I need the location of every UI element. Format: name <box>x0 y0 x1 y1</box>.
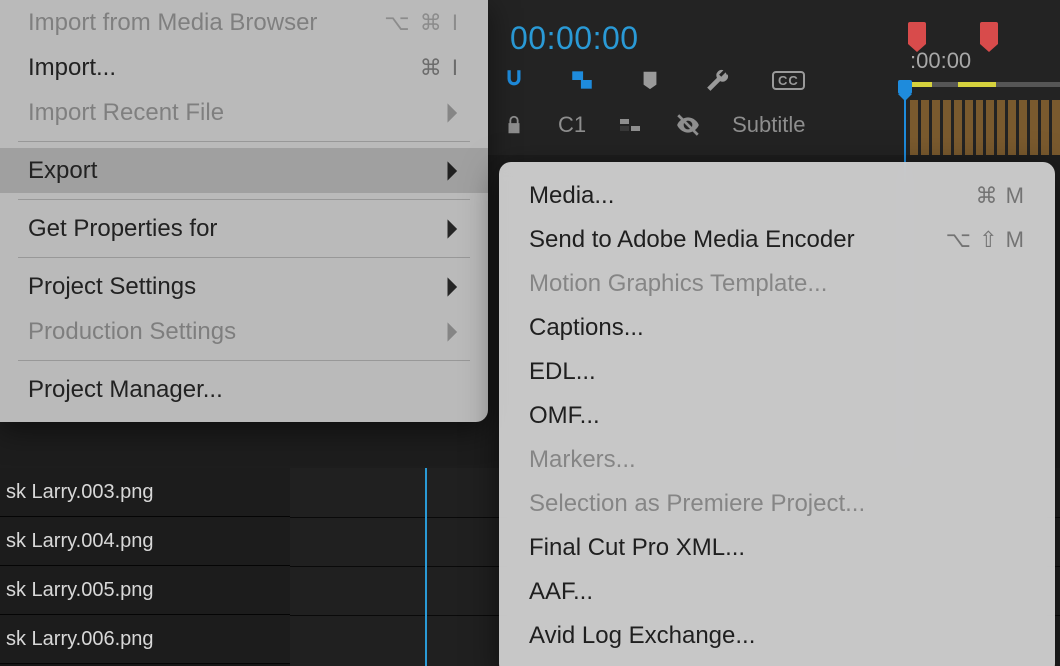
menu-project-manager[interactable]: Project Manager... <box>0 367 488 412</box>
menu-export[interactable]: Export <box>0 148 488 193</box>
menu-label: Selection as Premiere Project... <box>529 490 865 518</box>
list-item[interactable]: sk Larry.004.png <box>0 517 290 566</box>
menu-get-properties-for[interactable]: Get Properties for <box>0 206 488 251</box>
menu-label: Project Settings <box>28 273 196 301</box>
file-name-label: sk Larry.005.png <box>6 579 154 602</box>
menu-shortcut: ⌥ ⌘ I <box>384 10 460 36</box>
menu-label: Media... <box>529 182 614 210</box>
marker-icon[interactable] <box>636 66 664 94</box>
export-captions[interactable]: Captions... <box>499 306 1055 350</box>
menu-import-from-media-browser: Import from Media Browser ⌥ ⌘ I <box>0 0 488 45</box>
export-avid-log-exchange[interactable]: Avid Log Exchange... <box>499 614 1055 658</box>
visibility-off-icon[interactable] <box>674 111 702 139</box>
playhead-handle[interactable] <box>898 80 912 94</box>
wrench-icon[interactable] <box>704 66 732 94</box>
lock-icon[interactable] <box>500 111 528 139</box>
menu-label: Markers... <box>529 446 636 474</box>
export-send-to-ame[interactable]: Send to Adobe Media Encoder ⌥ ⇧ M <box>499 218 1055 262</box>
export-final-cut-pro-xml[interactable]: Final Cut Pro XML... <box>499 526 1055 570</box>
chevron-right-icon <box>446 160 460 182</box>
track-c1-label[interactable]: C1 <box>558 112 586 138</box>
menu-import[interactable]: Import... ⌘ I <box>0 45 488 90</box>
export-submenu: Media... ⌘ M Send to Adobe Media Encoder… <box>499 162 1055 666</box>
timeline-toolbar: CC <box>500 60 805 100</box>
chevron-right-icon <box>446 276 460 298</box>
marker-red-2[interactable] <box>980 22 998 44</box>
file-name-label: sk Larry.003.png <box>6 481 154 504</box>
source-patch-icon[interactable] <box>616 111 644 139</box>
export-omf[interactable]: OMF... <box>499 394 1055 438</box>
menu-label: Project Manager... <box>28 376 223 404</box>
ruler-time-label: :00:00 <box>910 48 971 74</box>
menu-label: Import from Media Browser <box>28 9 317 37</box>
menu-import-recent-file: Import Recent File <box>0 90 488 135</box>
chevron-right-icon <box>446 321 460 343</box>
audio-waveform-strip <box>910 100 1060 155</box>
menu-separator <box>18 199 470 200</box>
menu-shortcut: ⌘ M <box>976 183 1025 209</box>
list-item[interactable]: sk Larry.006.png <box>0 615 290 664</box>
menu-separator <box>18 141 470 142</box>
in-out-range-2[interactable] <box>958 82 996 87</box>
menu-separator <box>18 257 470 258</box>
menu-label: Send to Adobe Media Encoder <box>529 226 855 254</box>
track-toolbar: C1 Subtitle <box>500 105 806 145</box>
marker-red-1[interactable] <box>908 22 926 44</box>
menu-label: Get Properties for <box>28 215 217 243</box>
project-file-list: sk Larry.003.png sk Larry.004.png sk Lar… <box>0 468 290 664</box>
menu-label: Export <box>28 157 97 185</box>
linked-selection-icon[interactable] <box>568 66 596 94</box>
menu-production-settings: Production Settings <box>0 309 488 354</box>
menu-label: Avid Log Exchange... <box>529 622 755 650</box>
menu-label: Captions... <box>529 314 644 342</box>
menu-label: Import... <box>28 54 116 82</box>
export-motion-graphics-template: Motion Graphics Template... <box>499 262 1055 306</box>
menu-label: AAF... <box>529 578 593 606</box>
export-markers: Markers... <box>499 438 1055 482</box>
menu-label: Motion Graphics Template... <box>529 270 827 298</box>
file-name-label: sk Larry.004.png <box>6 530 154 553</box>
menu-separator <box>18 360 470 361</box>
snap-icon[interactable] <box>500 66 528 94</box>
export-media[interactable]: Media... ⌘ M <box>499 174 1055 218</box>
menu-label: Import Recent File <box>28 99 224 127</box>
export-selection-as-premiere-project: Selection as Premiere Project... <box>499 482 1055 526</box>
export-aaf[interactable]: AAF... <box>499 570 1055 614</box>
menu-shortcut: ⌥ ⇧ M <box>946 227 1025 253</box>
menu-label: Production Settings <box>28 318 236 346</box>
timeline-playhead-line <box>425 468 427 666</box>
menu-label: OMF... <box>529 402 600 430</box>
menu-label: EDL... <box>529 358 596 386</box>
playhead-timecode[interactable]: 00:00:00 <box>510 20 639 57</box>
file-name-label: sk Larry.006.png <box>6 628 154 651</box>
captions-toggle-icon[interactable]: CC <box>772 71 805 90</box>
subtitle-track-label[interactable]: Subtitle <box>732 112 805 138</box>
menu-label: Final Cut Pro XML... <box>529 534 745 562</box>
list-item[interactable]: sk Larry.003.png <box>0 468 290 517</box>
list-item[interactable]: sk Larry.005.png <box>0 566 290 615</box>
menu-project-settings[interactable]: Project Settings <box>0 264 488 309</box>
file-menu: Import from Media Browser ⌥ ⌘ I Import..… <box>0 0 488 422</box>
chevron-right-icon <box>446 218 460 240</box>
menu-shortcut: ⌘ I <box>420 55 460 81</box>
export-edl[interactable]: EDL... <box>499 350 1055 394</box>
chevron-right-icon <box>446 102 460 124</box>
